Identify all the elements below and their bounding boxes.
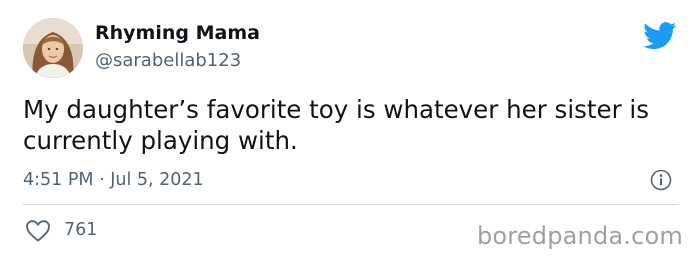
watermark: boredpanda.com (476, 222, 683, 250)
author-handle[interactable]: @sarabellab123 (95, 50, 241, 71)
tweet-text: My daughter’s favorite toy is whatever h… (23, 95, 650, 155)
tweet-timestamp[interactable]: 4:51 PM · Jul 5, 2021 (23, 170, 204, 190)
author-display-name[interactable]: Rhyming Mama (95, 22, 260, 44)
heart-icon[interactable] (25, 219, 51, 243)
twitter-bird-icon[interactable] (643, 22, 677, 50)
avatar-photo (23, 18, 83, 78)
avatar[interactable] (23, 18, 83, 78)
info-icon[interactable] (650, 169, 672, 191)
tweet-card: Rhyming Mama @sarabellab123 My daughter’… (0, 0, 700, 258)
like-count: 761 (64, 220, 98, 240)
divider (23, 204, 678, 205)
